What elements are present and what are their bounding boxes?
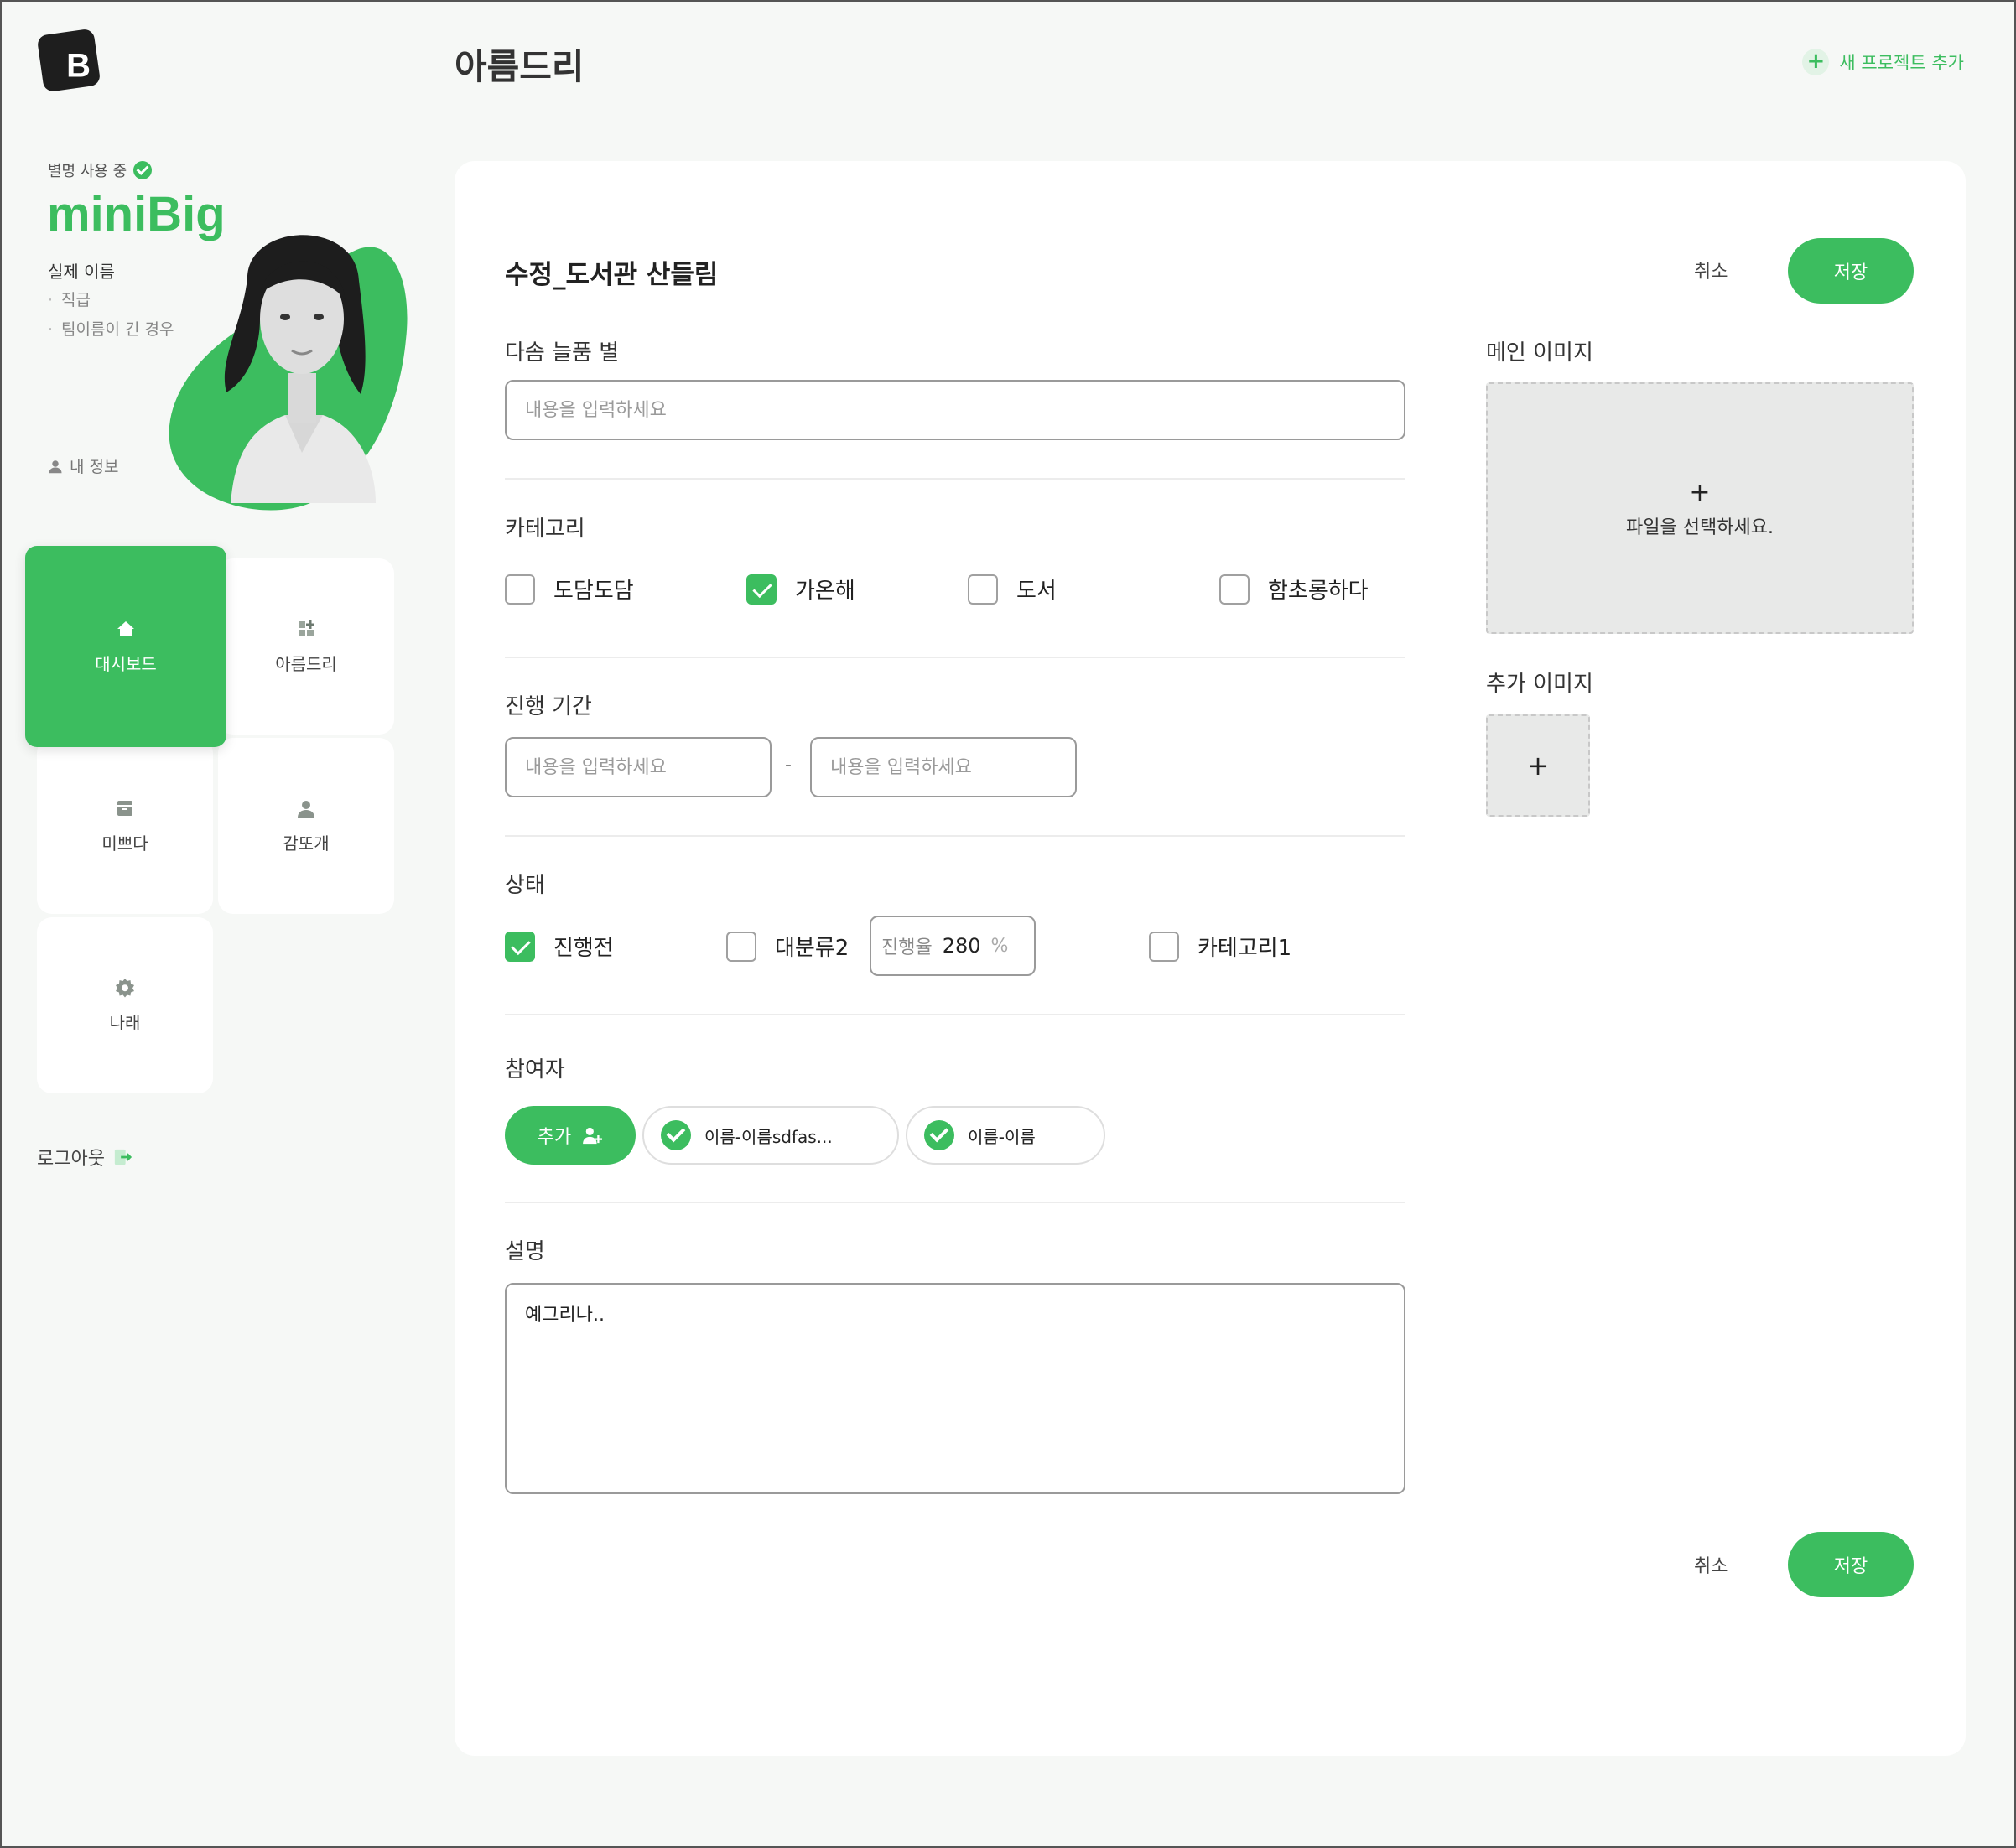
nav-mippeuda[interactable]: 미쁘다 — [37, 738, 213, 914]
plus-icon: + — [1689, 477, 1711, 507]
plus-icon: + — [1802, 49, 1830, 75]
progress-value: 280 — [942, 934, 981, 958]
plus-icon: + — [1526, 750, 1550, 781]
nav-gamttogae-label: 감또개 — [283, 833, 330, 854]
logout-button[interactable]: 로그아웃 — [37, 1144, 132, 1171]
checkbox-checked[interactable] — [746, 574, 777, 605]
category-option[interactable]: 도서 — [968, 574, 1057, 605]
check-circle-icon — [133, 161, 153, 179]
main-image-label: 메인 이미지 — [1486, 340, 1593, 366]
form-title: 수정_도서관 산들림 — [505, 260, 719, 290]
participant-chip[interactable]: 이름-이름sdfas... — [642, 1106, 899, 1165]
category-option-label: 도서 — [1016, 579, 1057, 604]
participant-name: 이름-이름sdfas... — [704, 1126, 833, 1147]
divider — [505, 1202, 1405, 1203]
period-separator: - — [785, 755, 792, 776]
nav-dashboard[interactable]: 대시보드 — [25, 546, 226, 747]
nav-mippeuda-label: 미쁘다 — [101, 833, 148, 854]
period-end-input[interactable] — [810, 737, 1077, 797]
profile-avatar — [169, 235, 408, 511]
logout-label: 로그아웃 — [37, 1149, 105, 1170]
category-label: 카테고리 — [505, 517, 585, 542]
save-button-bottom[interactable]: 저장 — [1788, 1532, 1914, 1597]
divider — [505, 478, 1405, 480]
main-image-prompt: 파일을 선택하세요. — [1626, 517, 1774, 538]
category-option[interactable]: 가온해 — [746, 574, 855, 605]
checkbox-checked[interactable] — [505, 931, 535, 962]
progress-unit: % — [990, 935, 1009, 957]
real-name: 실제 이름 — [48, 262, 115, 282]
my-info-label: 내 정보 — [70, 458, 119, 476]
divider — [505, 1014, 1405, 1015]
cancel-button-bottom[interactable]: 취소 — [1694, 1551, 1728, 1578]
nav-gamttogae[interactable]: 감또개 — [218, 738, 394, 914]
check-circle-icon — [661, 1120, 691, 1150]
status-option-label: 대분류2 — [775, 936, 850, 961]
archive-icon — [117, 800, 132, 816]
status-option[interactable]: 카테고리1 — [1149, 931, 1291, 962]
checkbox[interactable] — [505, 574, 535, 605]
new-project-button[interactable]: + 새 프로젝트 추가 — [1802, 49, 1964, 75]
period-start-input[interactable] — [505, 737, 772, 797]
category-option[interactable]: 도담도담 — [505, 574, 634, 605]
checkbox[interactable] — [968, 574, 998, 605]
my-info-link[interactable]: 내 정보 — [48, 454, 118, 477]
description-textarea[interactable]: 예그리나.. — [505, 1283, 1405, 1494]
period-label: 진행 기간 — [505, 694, 592, 719]
app-logo[interactable]: B — [36, 28, 101, 93]
progress-label: 진행율 — [881, 937, 933, 958]
name-input[interactable] — [505, 380, 1405, 440]
nav-areumdeuri[interactable]: 아름드리 — [218, 558, 394, 735]
checkbox[interactable] — [726, 931, 756, 962]
status-option[interactable]: 진행전 — [505, 931, 614, 962]
logo-letter: B — [66, 47, 91, 85]
divider — [505, 835, 1405, 837]
page-title: 아름드리 — [455, 46, 585, 87]
add-image-button[interactable]: + — [1486, 714, 1590, 817]
main-image-dropzone[interactable]: + 파일을 선택하세요. — [1486, 382, 1914, 634]
gear-icon — [116, 978, 134, 997]
status-option-label: 카테고리1 — [1198, 936, 1292, 961]
nickname-status: 별명 사용 중 — [48, 159, 153, 181]
participants-label: 참여자 — [505, 1057, 565, 1082]
person-icon — [298, 800, 314, 818]
home-icon — [117, 620, 134, 636]
nav-dashboard-label: 대시보드 — [95, 653, 157, 674]
person-icon — [49, 459, 62, 473]
save-button-top[interactable]: 저장 — [1788, 238, 1914, 304]
checkbox[interactable] — [1219, 574, 1250, 605]
checkbox[interactable] — [1149, 931, 1179, 962]
team-text: 팀이름이 긴 경우 — [48, 317, 174, 340]
participant-chip[interactable]: 이름-이름 — [906, 1106, 1105, 1165]
nav-areumdeuri-label: 아름드리 — [275, 653, 337, 674]
check-circle-icon — [924, 1120, 954, 1150]
nav-narae[interactable]: 나래 — [37, 917, 213, 1093]
name-field-label: 다솜 늘품 별 — [505, 340, 620, 366]
participant-name: 이름-이름 — [968, 1126, 1036, 1147]
logout-icon — [114, 1149, 132, 1165]
progress-input[interactable]: 진행율 280 % — [870, 916, 1036, 976]
divider — [505, 657, 1405, 658]
category-option-label: 함초롱하다 — [1268, 579, 1369, 604]
category-option[interactable]: 함초롱하다 — [1219, 574, 1369, 605]
category-option-label: 가온해 — [795, 579, 855, 604]
description-label: 설명 — [505, 1239, 545, 1264]
add-participant-button[interactable]: 추가 — [505, 1106, 636, 1165]
status-option-label: 진행전 — [553, 936, 614, 961]
position-text: 직급 — [48, 288, 91, 310]
status-option[interactable]: 대분류2 — [726, 931, 849, 962]
nav-narae-label: 나래 — [109, 1012, 141, 1033]
new-project-label: 새 프로젝트 추가 — [1839, 53, 1964, 73]
add-participant-label: 추가 — [537, 1127, 572, 1148]
widgets-icon — [299, 620, 314, 636]
status-label: 상태 — [505, 873, 545, 898]
category-option-label: 도담도담 — [553, 579, 634, 604]
nickname-status-label: 별명 사용 중 — [48, 163, 127, 180]
extra-image-label: 추가 이미지 — [1486, 672, 1593, 697]
person-add-icon — [583, 1127, 603, 1145]
cancel-button-top[interactable]: 취소 — [1694, 257, 1728, 283]
